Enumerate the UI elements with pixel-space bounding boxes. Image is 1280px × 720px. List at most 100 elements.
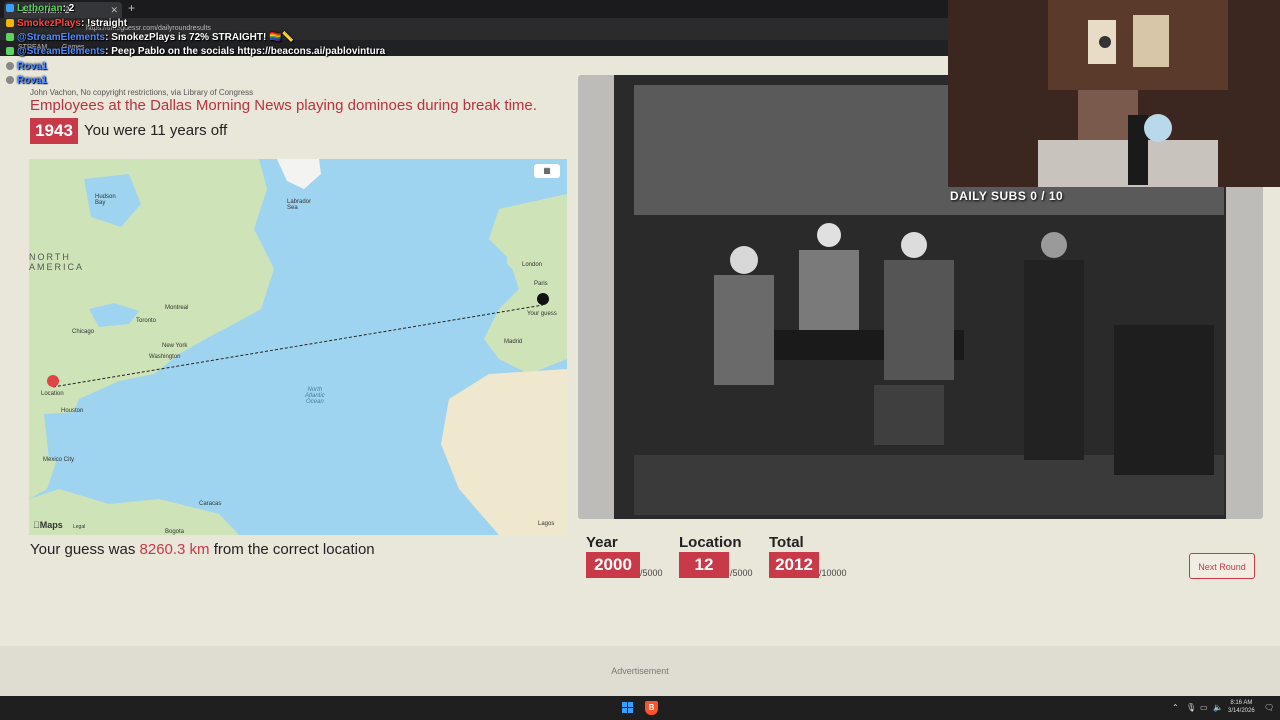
map-label-location: Location [41, 391, 64, 397]
chat-message: Lethorian: 2 [6, 3, 74, 14]
tab-bar: Lethorian: 2 ✕ + [0, 0, 948, 18]
map-label-chicago: Chicago [72, 329, 95, 335]
map-type-button[interactable]: ▦ [534, 164, 560, 178]
webcam-light [1144, 114, 1172, 142]
total-score: 2012 [769, 552, 819, 578]
map-label-your-guess: Your guess [527, 311, 557, 317]
map-label-hudson-bay: Hudson Bay [95, 194, 116, 206]
photo-stool [874, 385, 944, 445]
chat-text: : 2 [62, 3, 75, 14]
photo-figure [1041, 232, 1067, 258]
map-label-houston: Houston [61, 408, 84, 414]
new-tab-icon[interactable]: + [128, 1, 135, 15]
apple-maps-logo: Maps [33, 520, 63, 530]
map-label-madrid: Madrid [504, 339, 523, 345]
landmass-greenland [277, 159, 321, 189]
clock-date: 3/14/2026 [1228, 708, 1255, 714]
correct-location-pin [47, 375, 59, 387]
map-legal-link[interactable]: Legal [73, 524, 85, 530]
avatar [6, 76, 14, 85]
chat-message: @StreamElements: Peep Pablo on the socia… [6, 46, 385, 57]
photo-cabinet [1114, 325, 1214, 475]
photo-figure [884, 260, 954, 380]
guess-suffix: from the correct location [209, 541, 375, 558]
system-clock[interactable]: 8:16 AM 3/14/2026 [1228, 699, 1255, 715]
chat-user: @StreamElements [17, 46, 106, 57]
maps-attribution: Maps [33, 520, 63, 530]
chat-user: @StreamElements [17, 32, 106, 43]
checkmark-icon [6, 47, 14, 56]
guess-distance: 8260.3 km [139, 541, 210, 558]
map-label-bogota: Bogota [165, 529, 185, 535]
guess-distance-text: Your guess was 8260.3 km from the correc… [30, 541, 375, 558]
map-label-labrador-sea: Labrador Sea [287, 199, 312, 211]
brave-browser-icon[interactable]: B [645, 701, 658, 715]
network-icon[interactable]: ▭ [1200, 703, 1208, 712]
chat-text: : !straight [80, 18, 128, 29]
checkmark-icon [6, 33, 14, 42]
year-score-label: Year [586, 534, 618, 551]
photo-figure [714, 275, 774, 385]
webcam-illustration [948, 0, 1280, 187]
badge-icon [6, 4, 14, 13]
result-map[interactable]: NORTH AMERICA Hudson Bay Labrador Sea Mo… [29, 159, 567, 535]
correct-year-badge: 1943 [30, 118, 78, 144]
advertisement-label: Advertisement [611, 666, 669, 676]
location-score-label: Location [679, 534, 742, 551]
badge-icon [6, 19, 14, 28]
streamer-webcam [948, 0, 1280, 187]
chat-message: @StreamElements: SmokezPlays is 72% STRA… [6, 32, 294, 43]
landmass-africa [441, 369, 567, 535]
guess-prefix: Your guess was [30, 541, 140, 558]
total-score-max: /10000 [819, 568, 847, 578]
webcam-frame [1133, 15, 1169, 67]
notification-icon[interactable]: 🗨 [1264, 703, 1274, 712]
close-icon[interactable]: ✕ [110, 2, 118, 18]
years-off-text: You were 11 years off [84, 122, 228, 139]
chat-text: : SmokezPlays is 72% STRAIGHT! 🏳️‍🌈📏 [105, 32, 294, 43]
avatar [6, 62, 14, 71]
guess-pin [537, 293, 549, 305]
map-label-caracas: Caracas [199, 501, 222, 507]
photo-figure [901, 232, 927, 258]
photo-description: Employees at the Dallas Morning News pla… [30, 97, 537, 114]
map-label-london: London [522, 262, 543, 268]
chat-user: Lethorian [17, 3, 63, 14]
map-label-north-atlantic: North Atlantic Ocean [305, 387, 325, 405]
total-score-label: Total [769, 534, 804, 551]
year-score: 2000 [586, 552, 640, 578]
location-score: 12 [679, 552, 729, 578]
webcam-ornament [1099, 36, 1111, 48]
map-svg [29, 159, 567, 535]
next-round-button[interactable]: Next Round [1189, 553, 1255, 579]
photo-figure [817, 223, 841, 247]
map-label-north-america: NORTH AMERICA [29, 252, 85, 272]
map-label-lagos: Lagos [538, 521, 555, 527]
map-label-mexico-city: Mexico City [43, 457, 75, 463]
clock-time: 8:16 AM [1230, 700, 1253, 706]
chat-user: Rova1 [17, 75, 48, 86]
daily-subs-counter: DAILY SUBS 0 / 10 [950, 189, 1064, 203]
photo-figure [730, 246, 758, 274]
map-label-washington: Washington [149, 354, 181, 360]
chevron-up-icon[interactable]: ⌃ [1172, 703, 1179, 712]
photo-figure [799, 250, 859, 330]
photo-credit: John Vachon, No copyright restrictions, … [30, 88, 254, 97]
chat-message: Rova1 [6, 75, 47, 86]
chat-user: Rova1 [17, 61, 48, 72]
map-label-montreal: Montreal [165, 305, 189, 311]
chat-text: : Peep Pablo on the socials https://beac… [105, 46, 386, 57]
chat-message: Rova1 [6, 61, 47, 72]
location-score-max: /5000 [730, 568, 753, 578]
map-label-toronto: Toronto [136, 318, 157, 324]
windows-start-icon[interactable] [622, 702, 634, 714]
photo-figure [1024, 260, 1084, 460]
chat-user: SmokezPlays [17, 18, 81, 29]
windows-taskbar [0, 696, 1280, 720]
chat-message: SmokezPlays: !straight [6, 18, 127, 29]
microphone-icon[interactable]: 🎙 [1186, 703, 1196, 712]
volume-icon[interactable]: 🔈 [1213, 703, 1223, 712]
map-label-new-york: New York [162, 343, 188, 349]
year-score-max: /5000 [640, 568, 663, 578]
map-label-paris: Paris [534, 281, 548, 287]
